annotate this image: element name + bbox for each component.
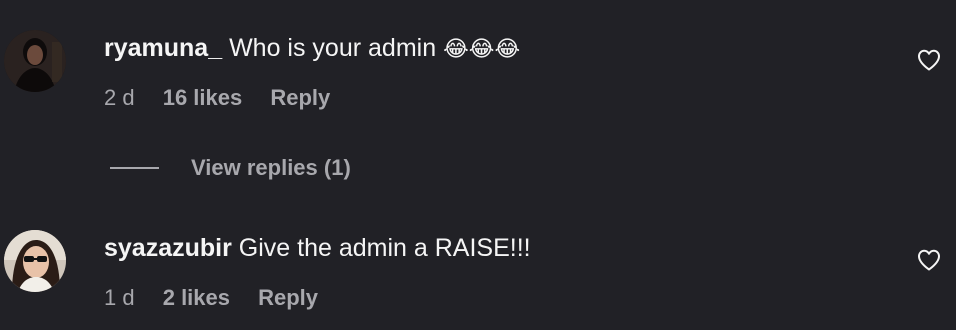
avatar[interactable] <box>4 30 66 92</box>
replies-divider-line <box>110 167 159 169</box>
avatar[interactable] <box>4 230 66 292</box>
avatar-image <box>4 30 66 92</box>
comment-emoji: 😂😂😂 <box>443 36 521 61</box>
view-replies-button[interactable]: View replies (1) <box>191 153 351 183</box>
comment-likes[interactable]: 16 likes <box>163 85 243 111</box>
avatar-image <box>4 230 66 292</box>
comment-likes[interactable]: 2 likes <box>163 285 230 311</box>
reply-button[interactable]: Reply <box>258 285 318 311</box>
comment-line: ryamuna_ Who is your admin 😂😂😂 <box>104 33 520 64</box>
comment-username[interactable]: ryamuna_ <box>104 34 222 62</box>
comment-username[interactable]: syazazubir <box>104 234 232 262</box>
comment-meta: 1 d 2 likes Reply <box>104 285 318 311</box>
heart-icon[interactable] <box>917 249 941 271</box>
comment-time: 1 d <box>104 285 135 310</box>
comment-time: 2 d <box>104 85 135 110</box>
comment-line: syazazubir Give the admin a RAISE!!! <box>104 233 531 263</box>
reply-button[interactable]: Reply <box>270 85 330 111</box>
comment-text: Give the admin a RAISE!!! <box>238 234 531 262</box>
heart-icon[interactable] <box>917 49 941 71</box>
comment-meta: 2 d 16 likes Reply <box>104 85 330 111</box>
comment-text: Who is your admin <box>229 34 437 62</box>
